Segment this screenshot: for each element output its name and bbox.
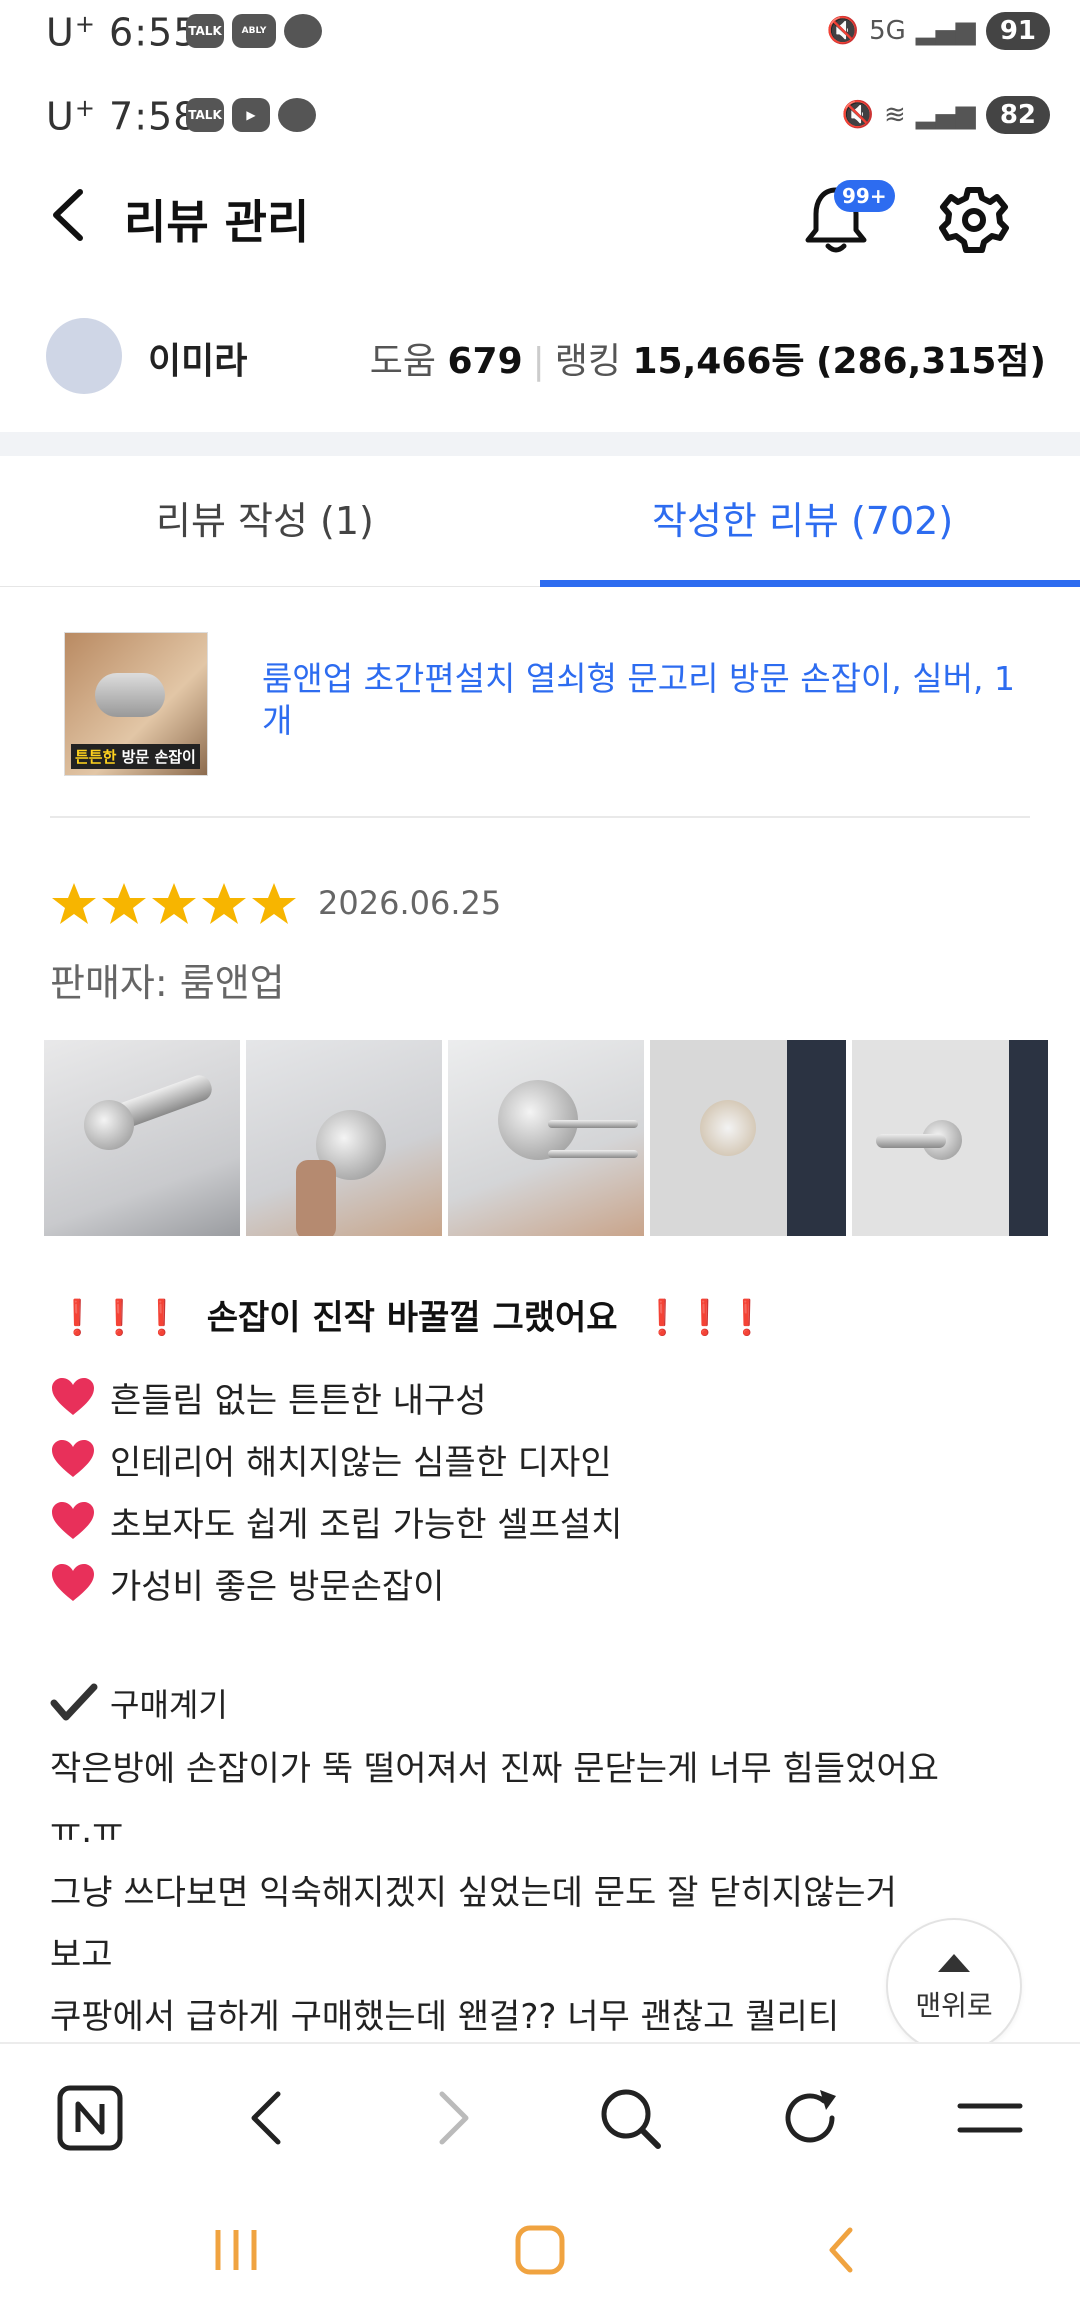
mute-icon: 🔇 (826, 16, 860, 46)
review-headline: ❗❗❗ 손잡이 진작 바꿀껄 그랬어요 ❗❗❗ (56, 1298, 769, 1338)
signal-icon: ▂▄▆ (915, 16, 976, 46)
refresh-icon[interactable] (774, 2082, 846, 2154)
product-name-link[interactable]: 룸앤업 초간편설치 열쇠형 문고리 방문 손잡이, 실버, 1개 (262, 658, 1032, 742)
system-back-icon[interactable] (812, 2222, 872, 2278)
naver-icon[interactable] (54, 2082, 126, 2154)
star-icon (102, 883, 146, 924)
status-bar-secondary: U+ 7:58 TALK ▶ 🔇 ≋ ▂▄▆ 82 (0, 84, 1080, 158)
door-handle-image (95, 673, 165, 717)
page-title: 리뷰 관리 (124, 195, 310, 249)
browser-bottom-nav (0, 2042, 1080, 2184)
carrier-label: U (46, 94, 75, 139)
checkmark-icon (50, 1683, 98, 1721)
status-bar: U+ 6:55 TALK ABLY 🔇 5G ▂▄▆ 91 (0, 0, 1080, 74)
review-photos (44, 1040, 1048, 1236)
points-value: (286,315점) (816, 341, 1046, 382)
rank-value: 15,466등 (632, 341, 805, 382)
cloud-icon (284, 14, 322, 48)
help-count: 679 (447, 341, 523, 382)
star-rating (50, 880, 298, 928)
section-divider (0, 432, 1080, 456)
review-photo[interactable] (650, 1040, 846, 1236)
ably-icon: ABLY (232, 14, 276, 48)
rank-label: 랭킹 (554, 341, 622, 382)
status-time: 6:55 (109, 10, 199, 55)
heart-icon (52, 1440, 94, 1477)
kakaotalk-icon: TALK (186, 98, 224, 132)
status-time: 7:58 (109, 94, 199, 139)
notification-badge: 99+ (834, 180, 895, 212)
review-bullets: 흔들림 없는 튼튼한 내구성 인테리어 해치지않는 심플한 디자인 초보자도 쉽… (50, 1366, 622, 1614)
star-icon (252, 883, 296, 924)
product-thumbnail[interactable]: 튼튼한 방문 손잡이 (64, 632, 208, 776)
battery-level: 91 (985, 12, 1050, 50)
network-type: 5G (869, 16, 906, 46)
home-icon[interactable] (510, 2222, 570, 2278)
list-item: 초보자도 쉽게 조립 가능한 셀프설치 (50, 1490, 622, 1552)
signal-icon: ▂▄▆ (915, 100, 976, 130)
review-photo[interactable] (246, 1040, 442, 1236)
star-icon (202, 883, 246, 924)
heart-icon (52, 1502, 94, 1539)
youtube-icon: ▶ (232, 98, 270, 132)
active-tab-indicator (540, 580, 1080, 587)
avatar[interactable] (46, 318, 122, 394)
system-nav-bar (0, 2182, 1080, 2316)
arrow-up-icon (938, 1954, 970, 1972)
review-photo[interactable] (852, 1040, 1048, 1236)
search-icon[interactable] (594, 2082, 666, 2154)
back-arrow-icon[interactable] (232, 2082, 304, 2154)
star-icon (152, 883, 196, 924)
review-date: 2026.06.25 (318, 884, 502, 922)
battery-level: 82 (985, 96, 1050, 134)
recent-apps-icon[interactable] (206, 2222, 266, 2278)
list-item: 가성비 좋은 방문손잡이 (50, 1552, 622, 1614)
thumbnail-caption: 튼튼한 방문 손잡이 (71, 744, 200, 769)
review-photo[interactable] (448, 1040, 644, 1236)
user-name: 이미라 (148, 341, 248, 382)
tab-write-review[interactable]: 리뷰 작성 (1) (156, 490, 374, 545)
cloud-icon (278, 98, 316, 132)
heart-icon (52, 1564, 94, 1601)
list-item: 인테리어 해치지않는 심플한 디자인 (50, 1428, 622, 1490)
gear-icon[interactable] (938, 184, 1010, 256)
forward-arrow-icon[interactable] (416, 2082, 488, 2154)
back-icon[interactable] (40, 180, 100, 250)
user-stats: 도움 679 | 랭킹 15,466등 (286,315점) (369, 341, 1046, 382)
wifi-icon: ≋ (884, 100, 906, 130)
list-item: 흔들림 없는 튼튼한 내구성 (50, 1366, 622, 1428)
seller-label: 판매자: 룸앤업 (50, 961, 285, 1005)
scroll-top-button[interactable]: 맨위로 (886, 1918, 1022, 2054)
carrier-label: U (46, 10, 75, 55)
help-label: 도움 (369, 341, 437, 382)
purchase-reason-heading: 구매계기 (50, 1680, 228, 1726)
heart-icon (52, 1378, 94, 1415)
tab-written-reviews[interactable]: 작성한 리뷰 (702) (652, 490, 953, 545)
review-photo[interactable] (44, 1040, 240, 1236)
mute-icon: 🔇 (841, 100, 875, 130)
divider (50, 816, 1030, 818)
star-icon (52, 883, 96, 924)
menu-icon[interactable] (954, 2082, 1026, 2154)
review-body: 작은방에 손잡이가 뚝 떨어져서 진짜 문닫는게 너무 힘들었어요 ㅠ.ㅠ 그냥… (50, 1749, 939, 2037)
kakaotalk-icon: TALK (186, 14, 224, 48)
